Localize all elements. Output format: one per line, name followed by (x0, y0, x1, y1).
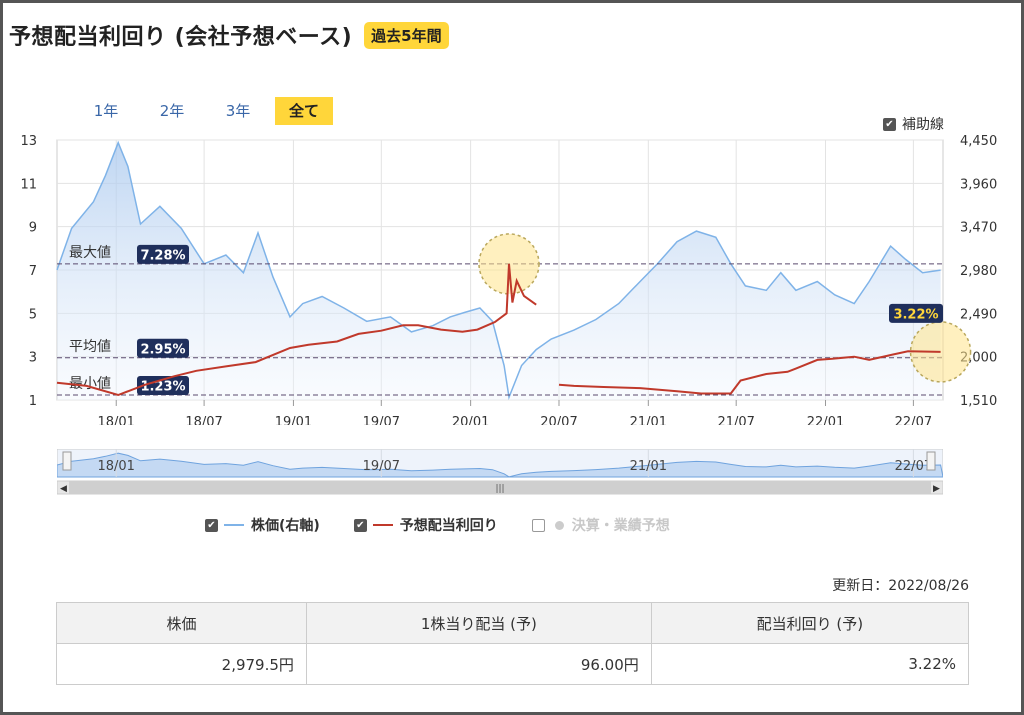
x-tick-label: 18/07 (185, 415, 222, 425)
page-title: 予想配当利回り (会社予想ベース) (9, 25, 353, 50)
y-right-tick-label: 1,510 (960, 394, 997, 409)
title-row: 予想配当利回り (会社予想ベース) 過去5年間 (9, 19, 449, 51)
navigator-tick-label: 18/01 (97, 459, 134, 474)
y-left-tick-label: 7 (29, 264, 37, 279)
y-left-tick-label: 9 (29, 221, 37, 236)
yield-line-swatch (372, 524, 393, 526)
range-navigator[interactable]: 18/01 19/07 21/01 22/07 ◀ ▶ ||| (57, 449, 943, 496)
header-price: 株価 (56, 602, 307, 644)
y-left-tick-label: 5 (29, 307, 37, 322)
navigator-right-handle[interactable] (926, 451, 936, 471)
x-tick-label: 20/07 (540, 415, 577, 425)
checkbox-unchecked-icon[interactable] (531, 518, 545, 532)
y-left-tick-label: 13 (20, 134, 37, 149)
legend-yield-label: 予想配当利回り (399, 518, 498, 534)
latest-badge-value: 3.22% (893, 307, 938, 322)
table-header-row: 株価 1株当り配当 (予) 配当利回り (予) (56, 602, 970, 644)
earnings-dot-icon (554, 520, 564, 530)
header-dividend: 1株当り配当 (予) (305, 602, 652, 644)
legend-price[interactable]: ✔ 株価(右軸) (205, 515, 320, 535)
y-right-tick-label: 3,470 (960, 221, 997, 236)
legend-price-label: 株価(右軸) (251, 518, 320, 534)
checkbox-checked-icon[interactable]: ✔ (205, 518, 218, 532)
navigator-tick-label: 19/07 (363, 459, 400, 474)
value-dividend: 96.00円 (305, 643, 652, 685)
reference-line-label: 平均値 (69, 339, 111, 355)
y-left-tick-label: 1 (29, 394, 37, 409)
period-badge: 過去5年間 (364, 21, 449, 49)
legend-yield[interactable]: ✔ 予想配当利回り (353, 515, 498, 535)
legend: ✔ 株価(右軸) ✔ 予想配当利回り 決算・業績予想 (205, 515, 704, 535)
y-right-tick-label: 3,960 (960, 177, 997, 192)
scroll-left-icon[interactable]: ◀ (60, 484, 67, 494)
y-right-tick-label: 4,450 (960, 134, 997, 149)
reference-line-label: 最大値 (69, 245, 111, 261)
scroll-right-icon[interactable]: ▶ (933, 484, 940, 494)
x-tick-label: 21/07 (717, 415, 754, 425)
legend-earnings[interactable]: 決算・業績予想 (531, 515, 670, 535)
updated-date: 更新日：2022/08/26 (832, 578, 969, 594)
x-tick-label: 22/01 (807, 415, 844, 425)
range-2y-button[interactable]: 2年 (139, 97, 205, 125)
navigator-tick-label: 21/01 (630, 459, 667, 474)
price-line-swatch (224, 524, 244, 526)
x-tick-label: 19/07 (363, 415, 400, 425)
header-yield: 配当利回り (予) (650, 602, 970, 644)
x-tick-label: 20/01 (452, 415, 489, 425)
navigator-left-handle[interactable] (62, 451, 72, 471)
x-tick-label: 19/01 (275, 415, 312, 425)
scroll-grip-icon[interactable]: ||| (495, 484, 504, 494)
reference-badge-value: 1.23% (140, 380, 185, 395)
navigator-tick-label: 22/07 (895, 459, 932, 474)
y-right-tick-label: 2,490 (960, 307, 997, 322)
table-row: 2,979.5円 96.00円 3.22% (56, 643, 970, 685)
dividend-yield-chart: 1311975314,4503,9603,4702,9802,4902,0001… (20, 134, 997, 425)
y-left-tick-label: 3 (29, 351, 37, 366)
x-tick-label: 18/01 (97, 415, 134, 425)
value-price: 2,979.5円 (56, 643, 307, 685)
legend-earnings-label: 決算・業績予想 (571, 518, 670, 534)
range-all-button[interactable]: 全て (275, 97, 333, 125)
value-yield: 3.22% (650, 643, 970, 685)
y-left-tick-label: 11 (20, 177, 37, 192)
range-1y-button[interactable]: 1年 (73, 97, 139, 125)
reference-badge-value: 2.95% (140, 342, 185, 357)
y-right-tick-label: 2,980 (960, 264, 997, 279)
reference-badge-value: 7.28% (140, 248, 185, 263)
range-selector: 1年 2年 3年 全て (73, 97, 333, 125)
checkbox-checked-icon[interactable]: ✔ (353, 518, 367, 532)
x-tick-label: 21/01 (630, 415, 667, 425)
x-tick-label: 22/07 (895, 415, 932, 425)
summary-table: 株価 1株当り配当 (予) 配当利回り (予) 2,979.5円 96.00円 … (56, 602, 970, 685)
range-3y-button[interactable]: 3年 (205, 97, 271, 125)
